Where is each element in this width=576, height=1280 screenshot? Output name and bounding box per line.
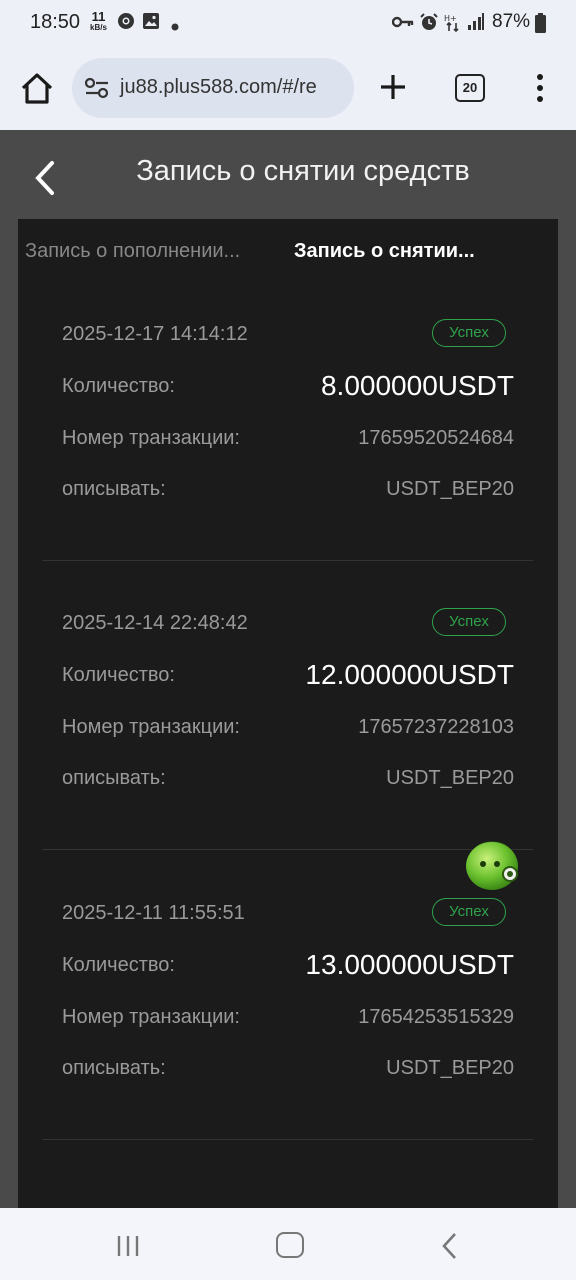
record-date: 2025-12-14 22:48:42: [62, 612, 248, 634]
amount-value: 13.000000USDT: [305, 949, 514, 980]
record-divider: [42, 1139, 533, 1140]
amount-value: 8.000000USDT: [320, 370, 514, 401]
records-panel: Запись о пополнении... Запись о снятии..…: [18, 219, 558, 1209]
back-nav-icon[interactable]: [440, 1232, 460, 1265]
tab-withdraw-records[interactable]: Запись о снятии...: [294, 240, 475, 263]
transaction-number: 17657237228103: [358, 716, 514, 738]
battery-percent: 87%: [492, 11, 531, 32]
more-notifications-dot-icon: [171, 18, 179, 36]
transaction-number: 17654253515329: [358, 1006, 514, 1028]
mobile-data-icon: H+: [444, 12, 462, 37]
tab-deposit-records[interactable]: Запись о пополнении...: [25, 240, 240, 263]
description-value: USDT_BEP20: [386, 478, 514, 500]
signal-strength-icon: [467, 13, 485, 36]
network-speed: 11 kB/s: [90, 9, 107, 32]
more-vert-icon[interactable]: [530, 72, 550, 104]
system-navigation-bar: [0, 1208, 576, 1280]
amount-label: Количество:: [62, 664, 175, 686]
page-header: Запись о снятии средств: [0, 130, 576, 218]
transaction-label: Номер транзакции:: [62, 1006, 240, 1028]
description-label: описывать:: [62, 478, 166, 500]
network-speed-unit: kB/s: [90, 23, 107, 32]
alarm-icon: [419, 12, 439, 37]
status-time: 18:50: [30, 11, 81, 33]
network-speed-value: 11: [91, 9, 106, 24]
amount-label: Количество:: [62, 375, 175, 397]
status-badge: Успех: [432, 319, 506, 347]
record-date: 2025-12-11 11:55:51: [62, 902, 245, 924]
site-settings-icon[interactable]: [84, 76, 110, 105]
description-label: описывать:: [62, 1057, 166, 1079]
withdraw-record: 2025-12-17 14:14:12 Успех Количество: 8.…: [42, 271, 533, 561]
transaction-label: Номер транзакции:: [62, 427, 240, 449]
status-badge: Успех: [432, 608, 506, 636]
home-nav-icon[interactable]: [276, 1232, 304, 1258]
record-date: 2025-12-17 14:14:12: [62, 323, 248, 345]
home-icon[interactable]: [18, 70, 56, 108]
description-label: описывать:: [62, 767, 166, 789]
address-bar[interactable]: ju88.plus588.com/#/re: [72, 58, 354, 118]
chrome-notification-icon: [117, 12, 135, 35]
url-text: ju88.plus588.com/#/re: [120, 76, 317, 98]
key-icon: [391, 15, 414, 34]
status-badge: Успех: [432, 898, 506, 926]
browser-toolbar: ju88.plus588.com/#/re 20: [0, 46, 576, 130]
withdraw-record: 2025-12-11 11:55:51 Успех Количество: 13…: [42, 850, 533, 1140]
recent-apps-icon[interactable]: [115, 1234, 141, 1263]
svg-text:H+: H+: [444, 14, 457, 23]
new-tab-plus-icon[interactable]: [376, 70, 410, 104]
transaction-number: 17659520524684: [358, 427, 514, 449]
battery-icon: [535, 13, 546, 38]
status-bar: 18:50 11 kB/s H+ 87%: [0, 0, 576, 46]
amount-value: 12.000000USDT: [305, 659, 514, 690]
page-title: Запись о снятии средств: [136, 155, 470, 187]
tab-switcher-button[interactable]: 20: [455, 74, 485, 102]
withdraw-record: 2025-12-14 22:48:42 Успех Количество: 12…: [42, 560, 533, 850]
transaction-label: Номер транзакции:: [62, 716, 240, 738]
customer-support-icon[interactable]: [462, 828, 522, 894]
gallery-notification-icon: [142, 12, 160, 35]
description-value: USDT_BEP20: [386, 767, 514, 789]
amount-label: Количество:: [62, 954, 175, 976]
description-value: USDT_BEP20: [386, 1057, 514, 1079]
